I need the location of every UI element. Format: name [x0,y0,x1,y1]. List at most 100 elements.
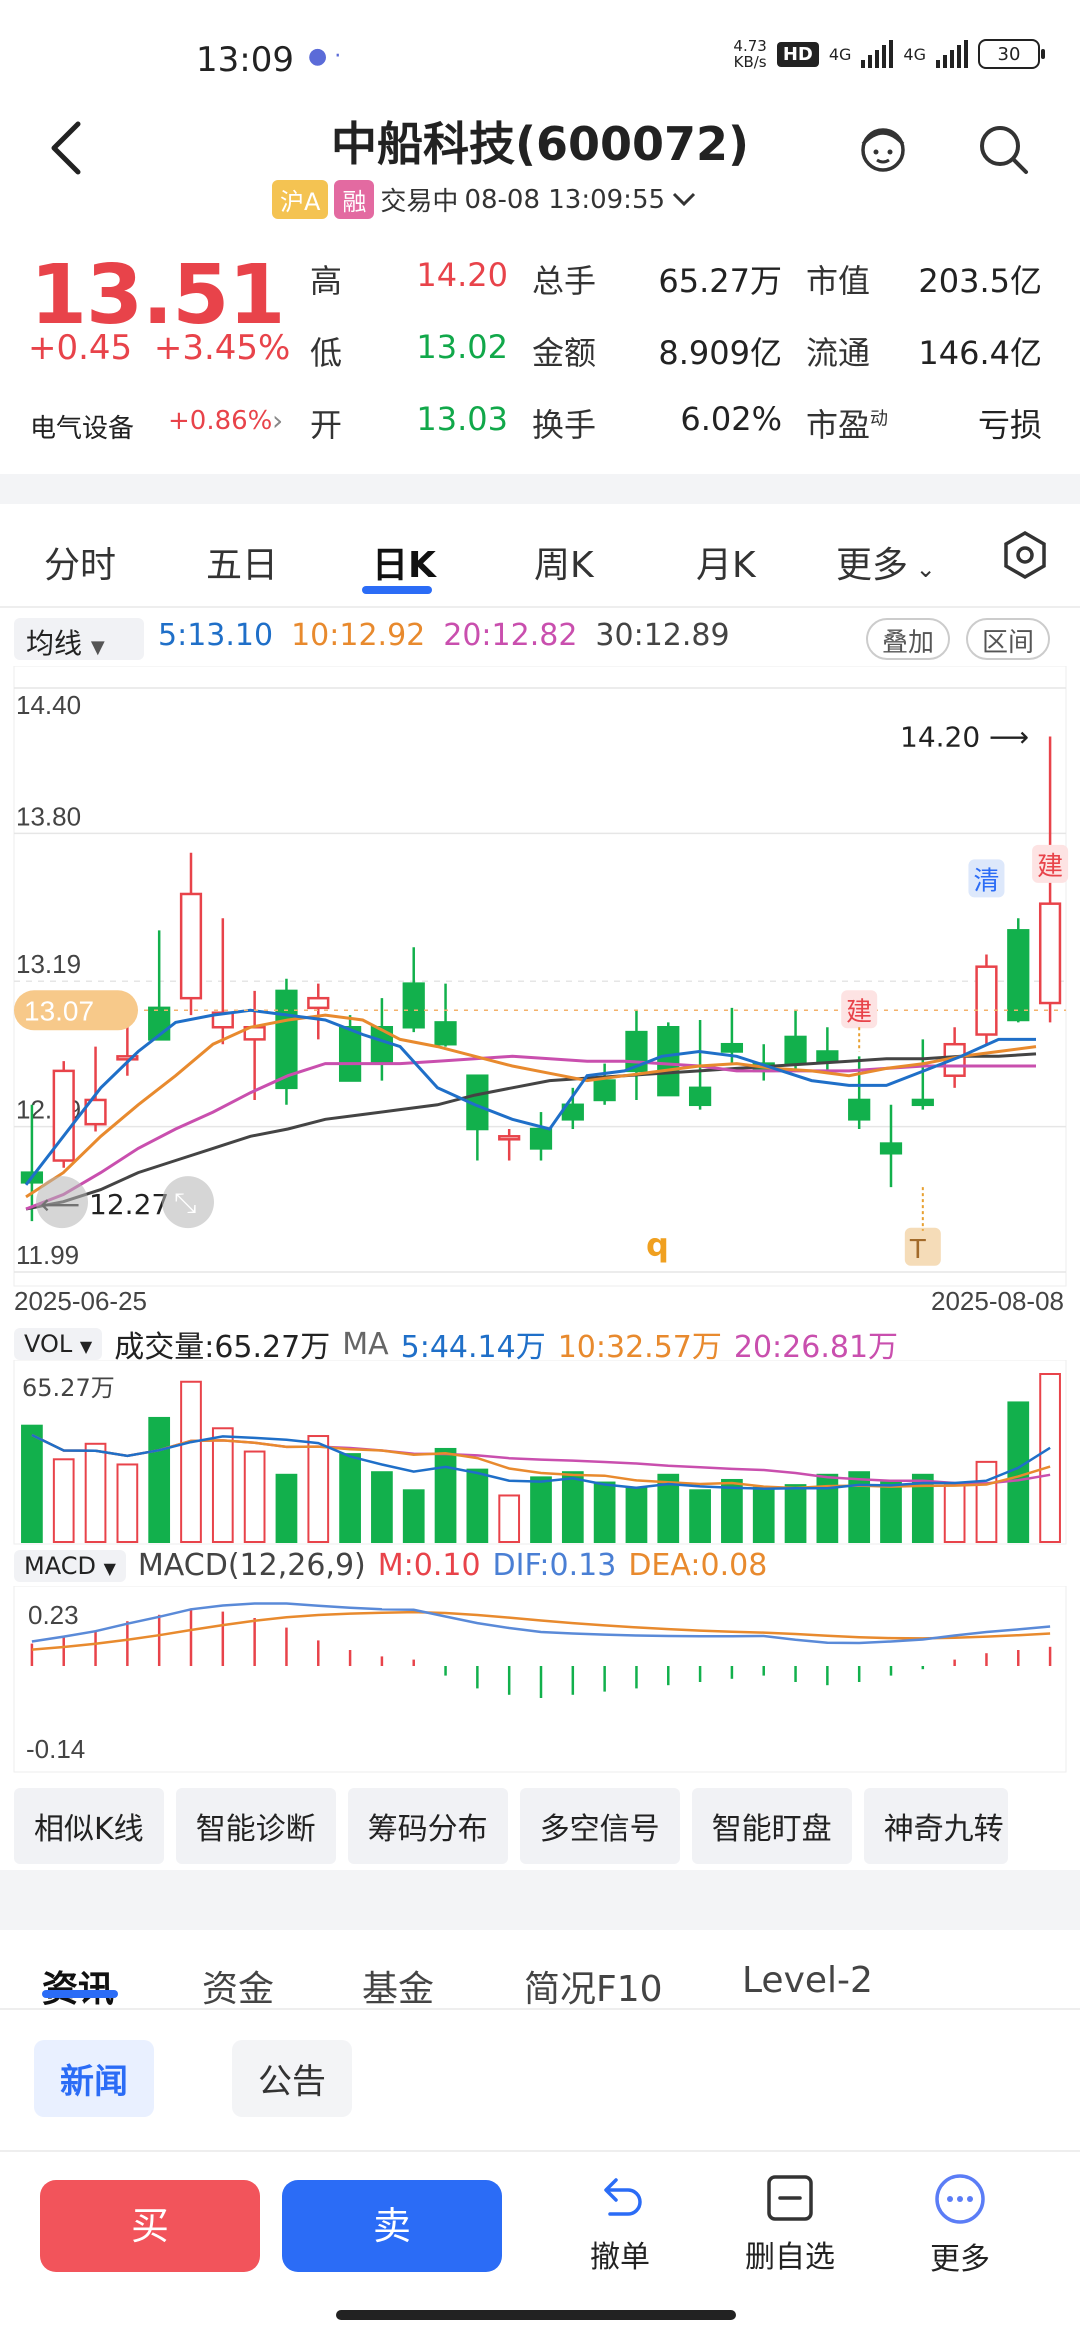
vol-select[interactable]: VOL ▼ [14,1328,103,1360]
x-end-label: 2025-08-08 [931,1286,1064,1316]
ma-select[interactable]: 均线 ▼ [14,618,144,660]
volume-bar [211,1427,234,1543]
volume-chart[interactable]: 65.27万 [0,1360,1080,1546]
tab-fund[interactable]: 基金 [362,1960,434,2012]
tool-smart-diagnosis[interactable]: 智能诊断 [175,1788,336,1864]
tab-more[interactable]: 更多 ⌄ [836,536,936,588]
y-axis-label: 13.80 [16,801,81,831]
tab-five-day[interactable]: 五日 [206,536,278,588]
volume-bar [466,1468,489,1543]
clear-signal-text: 清 [973,866,999,896]
sell-button[interactable]: 卖 [282,2180,502,2272]
buy-button[interactable]: 买 [40,2180,260,2272]
divider [0,474,1080,504]
search-icon[interactable] [976,122,1030,176]
volume-bar [148,1416,171,1543]
chip-announcement[interactable]: 公告 [232,2040,352,2117]
volume-bar [1007,1401,1030,1543]
sector-name[interactable]: 电气设备 [30,408,134,445]
candle-body [307,996,330,1010]
range-button[interactable]: 区间 [966,618,1051,660]
candle-body [529,1127,553,1150]
kline-chart[interactable]: 14.4013.8013.1912.5911.9913.0714.20 ⟶⟵ 1… [0,666,1080,1316]
macd-dif: DIF:0.13 [492,1548,617,1583]
tool-smart-watch[interactable]: 智能盯盘 [691,1788,852,1864]
candle-body [720,1042,744,1053]
volume-bar [943,1484,966,1543]
undo-icon [604,2178,642,2216]
macd-header: MACD ▼ MACD(12,26,9) M:0.10 DIF:0.13 DEA… [14,1548,767,1583]
tab-weekly-k[interactable]: 周K [534,536,594,588]
trade-status: 交易中 [380,187,459,217]
sector-change[interactable]: +0.86% [168,406,272,436]
ma-values: 5:13.10 10:12.92 20:12.82 30:12.89 [158,618,730,653]
remove-favorite-button[interactable]: 删自选 [730,2172,850,2276]
divider [0,606,1080,608]
cancel-order-button[interactable]: 撤单 [560,2172,680,2276]
divider [0,1870,1080,1930]
trade-status-bar[interactable]: 沪A 融 交易中 08-08 13:09:55 [272,180,697,219]
chevron-right-icon[interactable]: › [272,404,283,437]
active-tab-indicator [42,1990,118,1998]
quote-label: 市盈动 [806,406,889,444]
build-signal-2-text: 建 [1037,852,1063,882]
quote-value: 146.4亿 [918,334,1042,372]
volume-bar [402,1489,425,1543]
tab-level2[interactable]: Level-2 [742,1960,873,2001]
volume-bar [561,1471,584,1543]
price-change: +0.45 +3.45% [28,328,291,368]
candle-body [179,892,203,1000]
tab-funds[interactable]: 资金 [202,1960,274,2012]
current-price-tag-text: 13.07 [24,995,94,1026]
tab-f10[interactable]: 简况F10 [524,1960,663,2012]
volume-bar [371,1471,393,1543]
candle-body [816,1050,839,1063]
volume-bar [307,1435,330,1543]
volume-bar [180,1380,202,1543]
expand-icon-glyph: ⤡ [174,1186,196,1219]
more-button[interactable]: 更多 [900,2172,1020,2278]
macd-top-label: 0.23 [28,1600,79,1630]
network-type-1: 4G [828,44,852,64]
trade-timestamp: 08-08 13:09:55 [464,184,666,215]
tool-chip-distribution[interactable]: 筹码分布 [347,1788,508,1864]
avatar-icon[interactable] [855,120,911,176]
quote-value: 13.03 [416,400,508,438]
volume-bar [848,1471,871,1543]
quote-label: 总手 [532,262,597,300]
ma10-line [25,1013,1037,1199]
ma30-value: 30:12.89 [595,618,730,653]
divider [0,2008,1080,2010]
volume-bar [243,1450,266,1543]
volume-top-label: 65.27万 [22,1374,115,1402]
volume-bar [84,1442,107,1543]
tool-buttons: 相似K线 智能诊断 筹码分布 多空信号 智能盯盘 神奇九转 [14,1788,1008,1864]
macd-m: M:0.10 [377,1548,481,1583]
settings-icon[interactable] [1000,530,1050,580]
volume-bar [721,1478,743,1543]
chip-news[interactable]: 新闻 [34,2040,154,2117]
macd-select[interactable]: MACD ▼ [14,1549,126,1582]
volume-bar [339,1453,361,1543]
macd-params: MACD(12,26,9) [137,1548,366,1583]
candle-body [498,1135,521,1141]
q-marker: q [646,1226,669,1264]
chevron-down-icon [672,192,696,206]
tool-magic-nine[interactable]: 神奇九转 [863,1788,1008,1864]
volume-bar [21,1424,43,1543]
tab-monthly-k[interactable]: 月K [696,536,756,588]
tool-long-short-signal[interactable]: 多空信号 [519,1788,680,1864]
margin-badge: 融 [334,180,375,219]
quote-label: 高 [310,262,343,300]
macd-chart[interactable]: 0.23 -0.14 [0,1586,1080,1774]
vol-ma-label: MA [342,1326,389,1362]
stock-title: 中船科技(600072) [330,117,750,171]
tab-intraday[interactable]: 分时 [44,536,116,588]
tab-daily-k[interactable]: 日K [372,536,436,588]
candle-body [784,1035,807,1065]
candle-body [975,965,998,1036]
tab-news-info[interactable]: 资讯 [42,1960,114,2012]
overlay-button[interactable]: 叠加 [866,618,951,660]
volume-bar [275,1473,298,1543]
tool-similar-kline[interactable]: 相似K线 [14,1788,164,1864]
